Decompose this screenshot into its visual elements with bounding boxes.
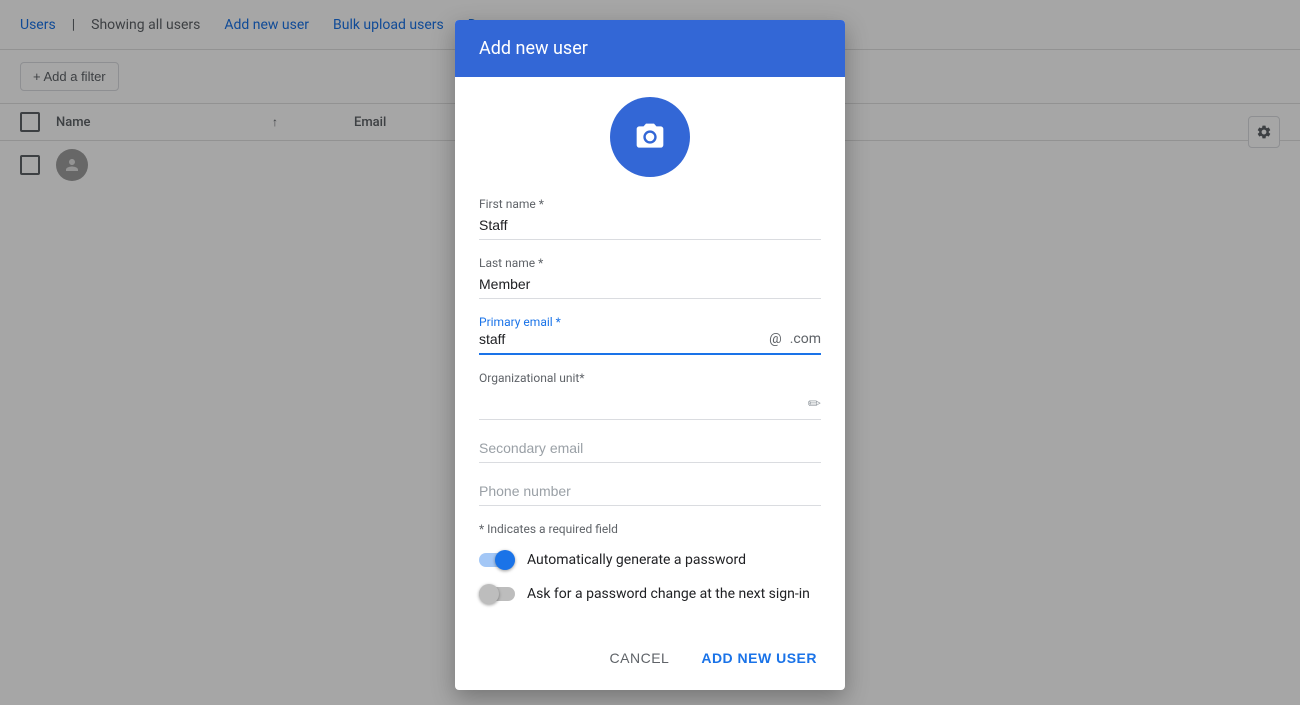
add-new-user-button[interactable]: ADD NEW USER <box>689 642 829 674</box>
change-password-toggle[interactable] <box>479 584 515 604</box>
auto-password-toggle[interactable] <box>479 550 515 570</box>
primary-email-label: Primary email * <box>479 315 821 329</box>
phone-input[interactable] <box>479 479 821 506</box>
auto-password-thumb <box>495 550 515 570</box>
change-password-toggle-row: Ask for a password change at the next si… <box>479 584 821 604</box>
required-note: * Indicates a required field <box>479 522 821 536</box>
edit-icon[interactable]: ✏ <box>808 394 821 413</box>
secondary-email-input[interactable] <box>479 436 821 463</box>
org-unit-input[interactable] <box>479 387 808 413</box>
change-password-label: Ask for a password change at the next si… <box>527 586 810 602</box>
last-name-input[interactable] <box>479 272 821 299</box>
auto-password-label: Automatically generate a password <box>527 552 746 568</box>
first-name-field: First name * <box>479 197 821 240</box>
dialog-footer: CANCEL ADD NEW USER <box>455 634 845 690</box>
email-domain: .com <box>790 331 821 347</box>
first-name-input[interactable] <box>479 213 821 240</box>
email-at: @ <box>769 331 782 347</box>
secondary-email-field <box>479 436 821 463</box>
dialog-header: Add new user <box>455 20 845 77</box>
org-unit-label: Organizational unit* <box>479 371 821 385</box>
dialog-title: Add new user <box>479 38 588 59</box>
org-unit-row: ✏ <box>479 387 821 420</box>
change-password-thumb <box>479 584 499 604</box>
last-name-field: Last name * <box>479 256 821 299</box>
dialog-body: First name * Last name * Primary email *… <box>455 77 845 634</box>
add-user-dialog: Add new user First name * Last name * Pr… <box>455 20 845 690</box>
org-unit-field: Organizational unit* ✏ <box>479 371 821 420</box>
auto-password-toggle-row: Automatically generate a password <box>479 550 821 570</box>
photo-upload-button[interactable] <box>610 97 690 177</box>
last-name-label: Last name * <box>479 256 821 270</box>
primary-email-field: Primary email * @ .com <box>479 315 821 355</box>
primary-email-row: @ .com <box>479 331 821 355</box>
cancel-button[interactable]: CANCEL <box>598 642 682 674</box>
first-name-label: First name * <box>479 197 821 211</box>
primary-email-input[interactable] <box>479 331 761 347</box>
phone-field <box>479 479 821 506</box>
photo-upload-area <box>479 97 821 177</box>
